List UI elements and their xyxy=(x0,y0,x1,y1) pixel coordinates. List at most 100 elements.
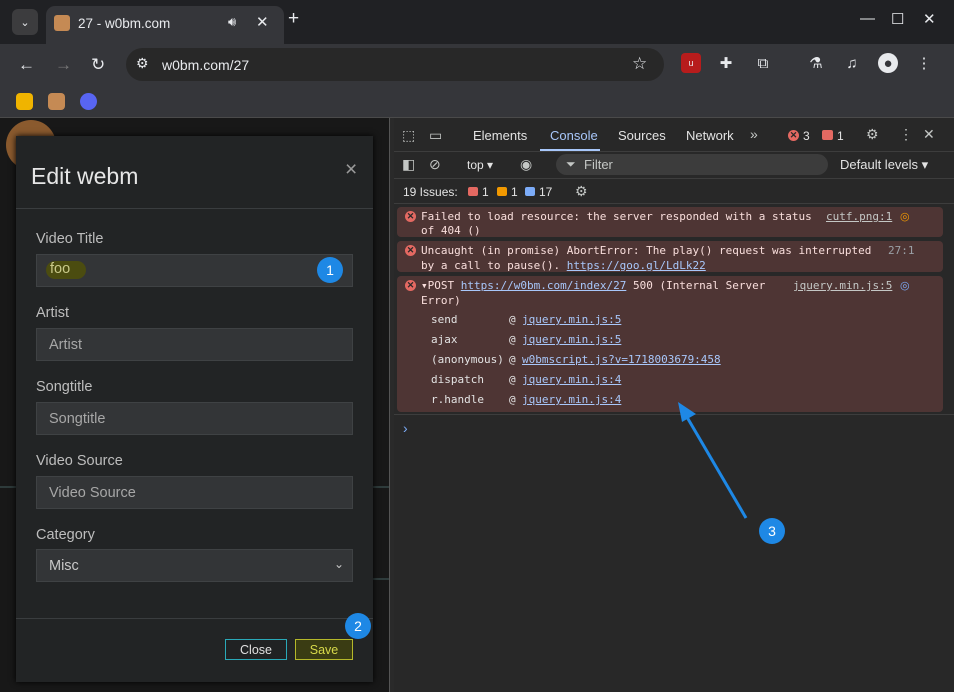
error-source-link[interactable]: jquery.min.js:5 xyxy=(793,279,892,292)
error-text-line1: Failed to load resource: the server resp… xyxy=(421,210,812,223)
stack-location-link[interactable]: jquery.min.js:4 xyxy=(522,393,621,406)
annotation-badge-2: 2 xyxy=(345,613,371,639)
bookmark-1-icon[interactable] xyxy=(16,93,33,110)
browser-tab[interactable]: 27 - w0bm.com 🔊︎ ✕ xyxy=(46,6,284,44)
puzzle-icon[interactable]: ⧉ xyxy=(753,53,773,73)
artist-input[interactable]: Artist xyxy=(36,328,353,361)
maximize-button[interactable]: ☐ xyxy=(891,10,904,28)
settings-gear-icon[interactable]: ⚙ xyxy=(866,126,879,143)
tab-strip: ⌄ 27 - w0bm.com 🔊︎ ✕ + — ☐ ✕ xyxy=(0,0,954,44)
issue-count[interactable]: 1 xyxy=(837,129,844,143)
error-text-prefix: by a call to pause(). xyxy=(421,259,561,272)
issue-warning-count[interactable]: 1 xyxy=(511,185,518,199)
chevron-down-icon: ⌄ xyxy=(333,557,344,571)
tab-sources[interactable]: Sources xyxy=(618,128,666,143)
stack-at: @ xyxy=(509,373,516,386)
tab-elements[interactable]: Elements xyxy=(473,128,527,143)
edit-webm-modal: Edit webm × Video Title foo Artist Artis… xyxy=(16,136,373,682)
songtitle-input[interactable]: Songtitle xyxy=(36,402,353,435)
chevron-down-icon: ⌄ xyxy=(20,16,30,29)
error-text-line2: by a call to pause(). https://goo.gl/LdL… xyxy=(421,259,706,272)
profile-avatar-icon[interactable]: ● xyxy=(878,53,898,73)
sidebar-toggle-icon[interactable]: ◧ xyxy=(402,156,415,173)
device-toolbar-icon[interactable]: ▭ xyxy=(429,127,442,144)
inspect-element-icon[interactable]: ⬚ xyxy=(402,127,415,144)
console-filter-input[interactable]: ⏷ Filter xyxy=(556,154,828,175)
request-url-link[interactable]: https://w0bm.com/index/27 xyxy=(461,279,627,292)
console-error-message[interactable]: ✕ Uncaught (in promise) AbortError: The … xyxy=(397,241,943,272)
stack-location-link[interactable]: jquery.min.js:5 xyxy=(522,313,621,326)
stack-frame: send xyxy=(431,313,458,326)
tab-console[interactable]: Console xyxy=(550,128,598,143)
labs-flask-icon[interactable]: ⚗ xyxy=(806,53,826,73)
back-icon[interactable]: ← xyxy=(18,55,35,75)
stack-fn: r.handle xyxy=(431,393,484,406)
console-error-message[interactable]: ✕ Failed to load resource: the server re… xyxy=(397,207,943,237)
discord-icon[interactable] xyxy=(80,93,97,110)
issue-info-count[interactable]: 17 xyxy=(539,185,552,199)
minimize-button[interactable]: — xyxy=(860,10,875,27)
stack-at: @ xyxy=(509,313,516,326)
expand-triangle-icon[interactable]: ▾ xyxy=(421,279,428,292)
menu-kebab-icon[interactable]: ⋮ xyxy=(914,53,934,73)
console-error-message-expanded[interactable]: ✕ ▾POST https://w0bm.com/index/27 500 (I… xyxy=(397,276,943,412)
issue-warning-icon xyxy=(497,187,507,196)
forward-icon[interactable]: → xyxy=(55,55,72,75)
network-request-icon[interactable]: ◎ xyxy=(900,210,910,223)
stack-at: @ xyxy=(509,393,516,406)
arrow-shaft xyxy=(682,411,748,519)
stack-fn: (anonymous) xyxy=(431,353,504,366)
stack-fn: dispatch xyxy=(431,373,484,386)
issue-info-icon xyxy=(525,187,535,196)
context-value: top xyxy=(467,158,484,172)
more-tabs-icon[interactable]: » xyxy=(750,126,758,142)
devtools-tabbar: ⬚ ▭ Elements Console Sources Network » ✕… xyxy=(394,118,954,152)
context-select[interactable]: top ▾ xyxy=(467,158,493,172)
category-select[interactable]: Misc ⌄ xyxy=(36,549,353,582)
site-info-icon[interactable]: ⚙ xyxy=(136,55,149,72)
issue-error-count[interactable]: 1 xyxy=(482,185,489,199)
close-window-button[interactable]: ✕ xyxy=(923,10,936,28)
tab-network[interactable]: Network xyxy=(686,128,734,143)
error-count[interactable]: 3 xyxy=(803,129,810,143)
reload-icon[interactable]: ↻ xyxy=(91,55,105,75)
extension-icon[interactable]: ✚ xyxy=(716,53,736,73)
bookmark-2-icon[interactable] xyxy=(48,93,65,110)
log-levels-value: Default levels xyxy=(840,157,919,172)
live-expression-eye-icon[interactable]: ◉ xyxy=(520,156,532,173)
stack-location-link[interactable]: jquery.min.js:4 xyxy=(522,373,621,386)
error-count-icon[interactable]: ✕ xyxy=(788,130,799,141)
issues-bar: 19 Issues: 1 1 17 ⚙ xyxy=(394,178,954,204)
log-levels-dropdown[interactable]: Default levels ▾ xyxy=(840,157,928,173)
close-button[interactable]: Close xyxy=(225,639,287,660)
issues-label[interactable]: 19 Issues: xyxy=(403,185,458,199)
close-devtools-icon[interactable]: ✕ xyxy=(923,126,935,143)
ublock-icon[interactable]: u xyxy=(681,53,701,73)
console-settings-gear-icon[interactable]: ⚙ xyxy=(575,183,588,200)
media-control-icon[interactable]: ♫ xyxy=(842,53,862,73)
stack-location-link[interactable]: jquery.min.js:5 xyxy=(522,333,621,346)
kebab-menu-icon[interactable]: ⋮ xyxy=(899,126,913,143)
error-request-line2: Error) xyxy=(421,294,461,307)
video-source-input[interactable]: Video Source xyxy=(36,476,353,509)
issue-flag-icon[interactable] xyxy=(822,130,833,140)
network-request-icon[interactable]: ◎ xyxy=(900,279,910,292)
url-text[interactable]: w0bm.com/27 xyxy=(162,57,249,73)
bookmark-star-icon[interactable]: ☆ xyxy=(632,54,647,74)
video-title-input[interactable]: foo xyxy=(36,254,353,287)
new-tab-button[interactable]: + xyxy=(288,8,299,30)
error-source-location[interactable]: 27:1 xyxy=(888,244,915,257)
clear-console-icon[interactable]: ⊘ xyxy=(429,156,441,173)
save-button[interactable]: Save xyxy=(295,639,353,660)
error-help-link[interactable]: https://goo.gl/LdLk22 xyxy=(567,259,706,272)
tab-search-button[interactable]: ⌄ xyxy=(12,9,38,35)
active-tab-underline xyxy=(540,149,600,151)
address-bar[interactable]: ⚙ w0bm.com/27 ☆ xyxy=(126,48,664,81)
modal-close-icon[interactable]: × xyxy=(345,158,357,182)
error-icon: ✕ xyxy=(405,211,416,222)
console-prompt[interactable]: › xyxy=(403,420,408,436)
error-source-link[interactable]: cutf.png:1 xyxy=(826,210,892,223)
stack-location-link[interactable]: w0bmscript.js?v=1718003679:458 xyxy=(522,353,721,366)
close-tab-icon[interactable]: ✕ xyxy=(256,13,269,31)
speaker-icon[interactable]: 🔊︎ xyxy=(228,14,236,30)
